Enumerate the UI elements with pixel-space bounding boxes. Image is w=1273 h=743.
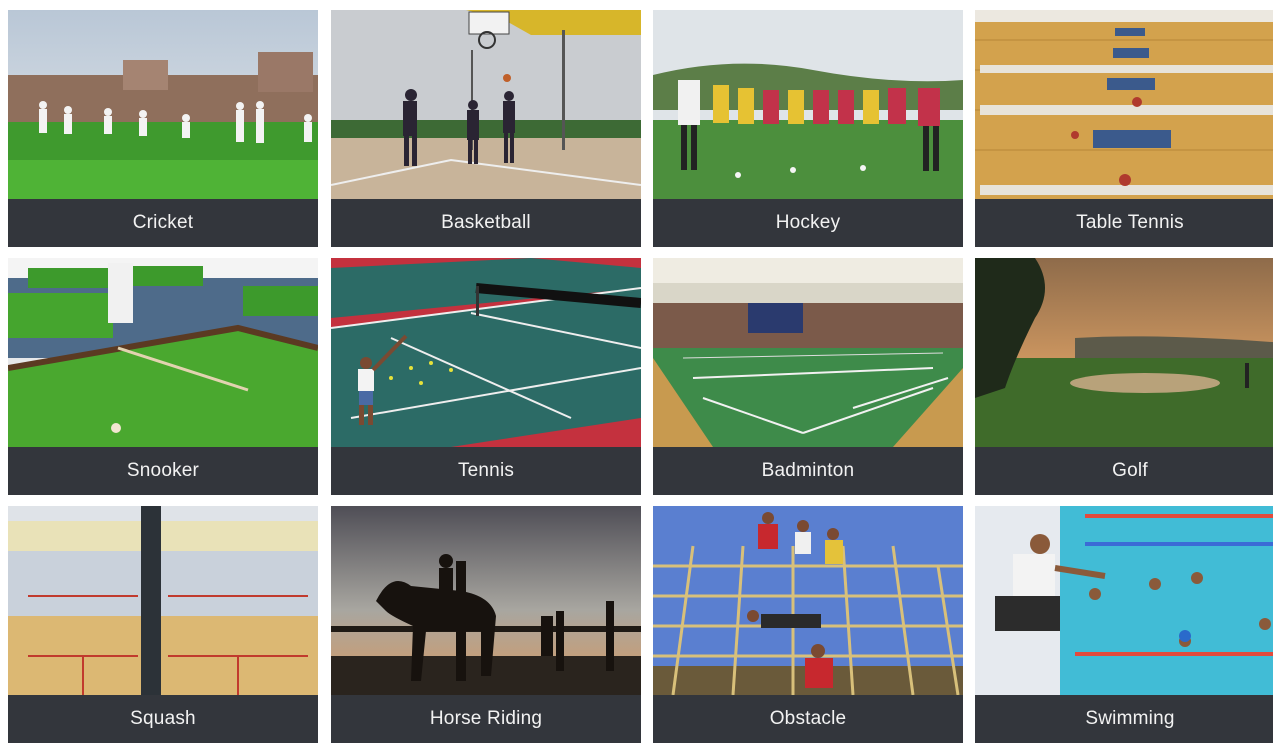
basketball-photo	[331, 10, 641, 199]
snooker-photo	[8, 258, 318, 447]
tile-label: Basketball	[441, 212, 531, 233]
tile-swimming[interactable]: Swimming	[975, 506, 1273, 743]
table-tennis-photo	[975, 10, 1273, 199]
tile-squash[interactable]: Squash	[8, 506, 318, 743]
tile-tennis[interactable]: Tennis	[331, 258, 641, 495]
tile-cricket[interactable]: Cricket	[8, 10, 318, 247]
tile-horse-riding[interactable]: Horse Riding	[331, 506, 641, 743]
tile-hockey[interactable]: Hockey	[653, 10, 963, 247]
squash-photo	[8, 506, 318, 695]
tile-obstacle[interactable]: Obstacle	[653, 506, 963, 743]
tile-label: Swimming	[1085, 708, 1175, 729]
tile-label: Cricket	[132, 212, 194, 233]
swimming-photo	[975, 506, 1273, 695]
sports-grid: Cricket Basketball Hockey Table Tennis S…	[0, 0, 1273, 743]
cricket-photo	[8, 10, 318, 199]
tile-label: Snooker	[126, 460, 200, 481]
tile-golf[interactable]: Golf	[975, 258, 1273, 495]
tile-label: Squash	[130, 708, 196, 729]
tile-table-tennis[interactable]: Table Tennis	[975, 10, 1273, 247]
tile-badminton[interactable]: Badminton	[653, 258, 963, 495]
obstacle-photo	[653, 506, 963, 695]
tile-label: Tennis	[457, 460, 515, 481]
tile-label: Obstacle	[769, 708, 847, 729]
golf-photo	[975, 258, 1273, 447]
tile-label: Golf	[1112, 460, 1148, 481]
tile-basketball[interactable]: Basketball	[331, 10, 641, 247]
tile-label: Horse Riding	[429, 708, 543, 729]
horse-riding-photo	[331, 506, 641, 695]
badminton-photo	[653, 258, 963, 447]
tennis-photo	[331, 258, 641, 447]
tile-snooker[interactable]: Snooker	[8, 258, 318, 495]
tile-label: Badminton	[761, 460, 855, 481]
tile-label: Hockey	[775, 212, 841, 233]
tile-label: Table Tennis	[1076, 212, 1184, 233]
hockey-photo	[653, 10, 963, 199]
